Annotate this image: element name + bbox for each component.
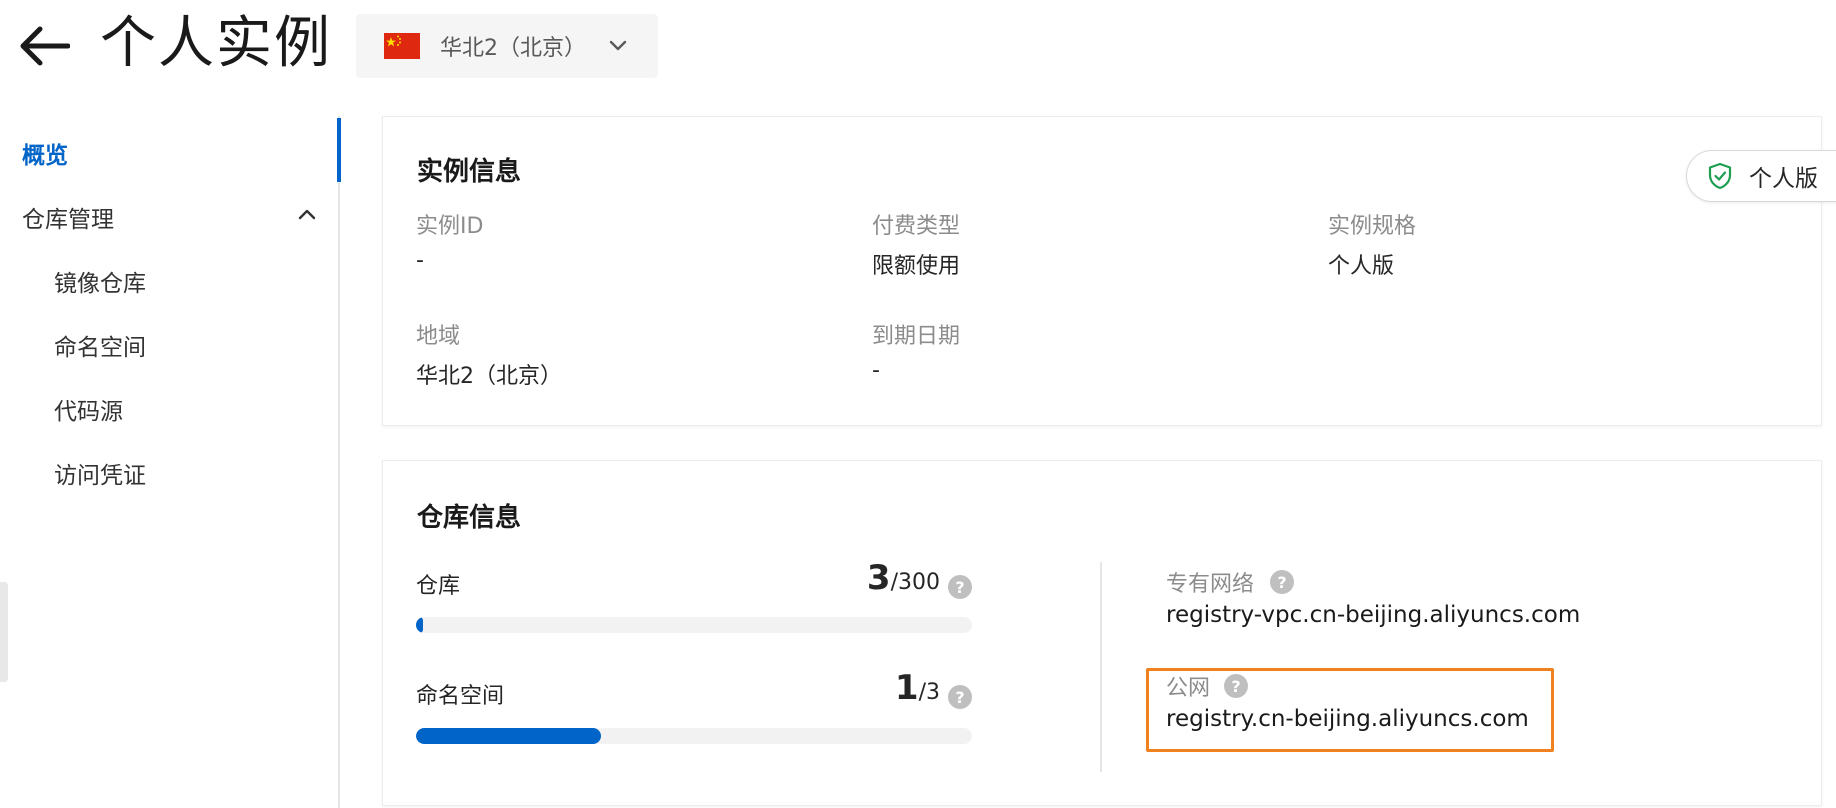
expiry-date-label: 到期日期 xyxy=(872,324,961,349)
instance-info-card: 实例信息 xyxy=(382,116,1822,426)
edition-badge-label: 个人版 xyxy=(1749,166,1818,192)
namespace-quota-used: 1 xyxy=(894,668,919,708)
region-selector[interactable]: 华北2（北京） xyxy=(356,14,658,78)
sidebar-active-indicator xyxy=(337,118,341,182)
shield-check-icon xyxy=(1708,162,1732,190)
instance-spec-value: 个人版 xyxy=(1328,254,1395,279)
billing-type-value: 限额使用 xyxy=(872,254,961,279)
namespace-quota-progress xyxy=(416,728,972,744)
expiry-date-value: - xyxy=(872,358,880,383)
instance-id-value: - xyxy=(416,248,424,273)
sidebar-item-access-credentials[interactable]: 访问凭证 xyxy=(54,456,146,490)
repo-quota-progress xyxy=(416,617,972,633)
edition-badge: 个人版 xyxy=(1686,150,1836,202)
china-flag-icon xyxy=(384,33,420,59)
sidebar-item-namespaces[interactable]: 命名空间 xyxy=(54,328,146,362)
instance-spec-label: 实例规格 xyxy=(1328,214,1417,239)
chevron-down-icon xyxy=(609,40,627,51)
public-endpoint-help-icon[interactable]: ? xyxy=(1224,674,1248,698)
sidebar-item-code-source[interactable]: 代码源 xyxy=(54,392,123,426)
repo-info-divider xyxy=(1100,562,1102,772)
collapse-handle[interactable] xyxy=(0,582,8,682)
repo-info-card: 仓库信息 xyxy=(382,460,1822,806)
region-field-value: 华北2（北京） xyxy=(416,364,562,389)
repo-quota-total: /300 xyxy=(890,570,940,595)
namespace-quota-label: 命名空间 xyxy=(416,684,505,709)
billing-type-label: 付费类型 xyxy=(872,214,961,239)
vpc-endpoint-help-icon[interactable]: ? xyxy=(1270,570,1294,594)
sidebar-item-repo-management[interactable]: 仓库管理 xyxy=(22,200,114,234)
repo-quota-used: 3 xyxy=(866,558,891,598)
back-arrow-icon[interactable] xyxy=(18,24,70,68)
repo-quota-help-icon[interactable]: ? xyxy=(948,575,972,599)
sidebar-divider xyxy=(338,116,340,808)
vpc-endpoint-value: registry-vpc.cn-beijing.aliyuncs.com xyxy=(1166,602,1581,628)
vpc-endpoint-label: 专有网络 xyxy=(1166,572,1255,597)
instance-id-label: 实例ID xyxy=(416,214,484,239)
repo-quota-count: 3/300 xyxy=(867,558,940,598)
namespace-quota-help-icon[interactable]: ? xyxy=(948,685,972,709)
namespace-quota-total: /3 xyxy=(918,680,940,705)
region-label: 华北2（北京） xyxy=(440,36,586,61)
instance-info-title: 实例信息 xyxy=(417,157,522,187)
namespace-quota-progress-fill xyxy=(416,728,602,744)
region-field-label: 地域 xyxy=(416,324,461,349)
repo-info-title: 仓库信息 xyxy=(417,503,522,533)
sidebar-item-image-repos[interactable]: 镜像仓库 xyxy=(54,264,146,298)
sidebar-item-overview[interactable]: 概览 xyxy=(22,136,68,170)
public-endpoint-label: 公网 xyxy=(1166,676,1211,701)
page-title: 个人实例 xyxy=(100,11,332,76)
namespace-quota-count: 1/3 xyxy=(895,668,940,708)
public-endpoint-value: registry.cn-beijing.aliyuncs.com xyxy=(1166,706,1529,732)
repo-quota-label: 仓库 xyxy=(416,574,461,599)
chevron-up-icon[interactable] xyxy=(297,207,317,221)
